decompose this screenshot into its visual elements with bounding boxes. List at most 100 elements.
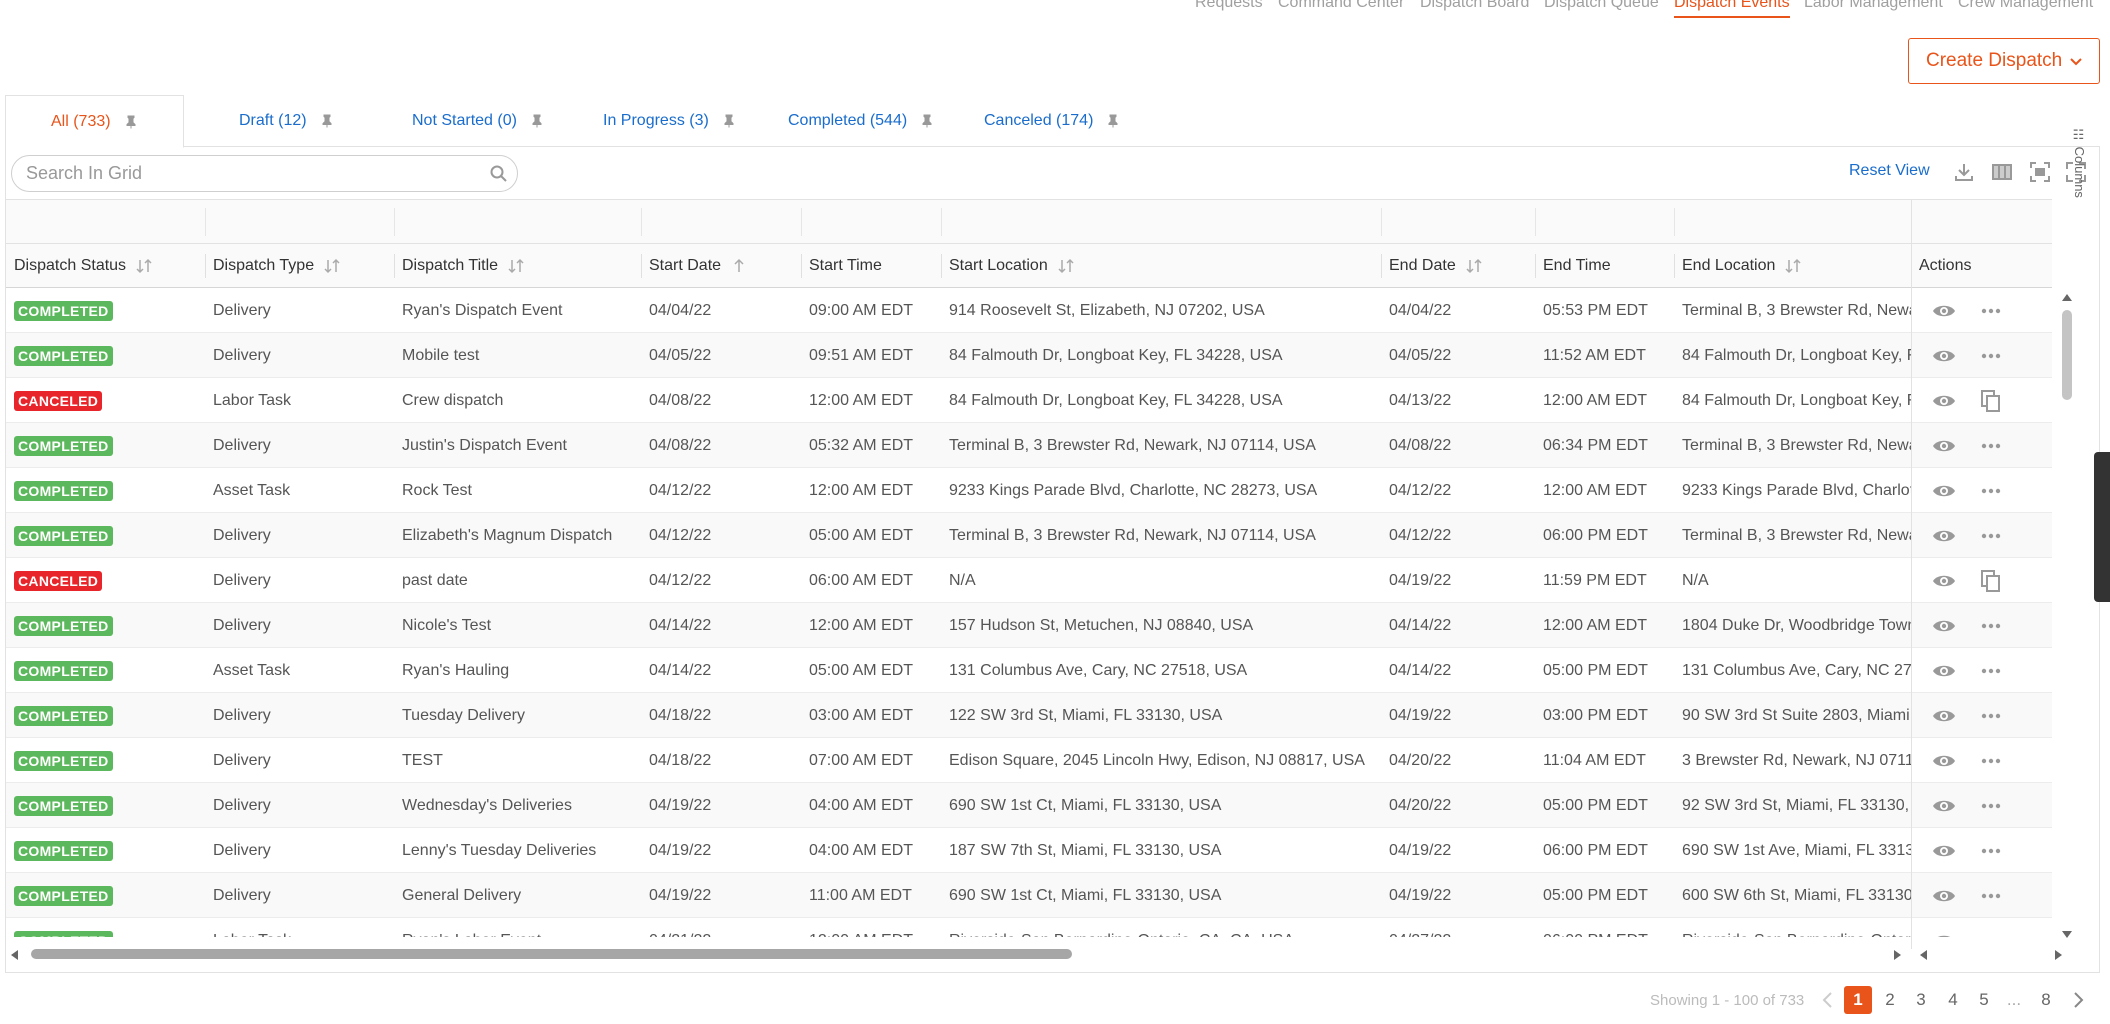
view-icon[interactable] — [1931, 883, 1957, 909]
horizontal-scrollbar[interactable] — [6, 947, 2062, 961]
pin-icon[interactable] — [321, 114, 333, 128]
nav-dispatch-events[interactable]: Dispatch Events — [1674, 0, 1790, 18]
actions-scroll-right-icon[interactable] — [2054, 949, 2064, 961]
view-icon[interactable] — [1931, 703, 1957, 729]
sort-icon[interactable] — [134, 258, 154, 274]
more-options-icon[interactable] — [1978, 703, 2004, 729]
table-row[interactable]: COMPLETED Delivery Elizabeth's Magnum Disp… — [6, 513, 2052, 558]
sort-icon[interactable] — [322, 258, 342, 274]
more-options-icon[interactable] — [1978, 928, 2004, 937]
table-row[interactable]: COMPLETED Delivery Wednesday's Deliveries 0… — [6, 783, 2052, 828]
nav-labor-management[interactable]: Labor Management — [1804, 0, 1943, 12]
page-1[interactable]: 1 — [1844, 986, 1872, 1014]
tab-draft[interactable]: Draft (12) — [239, 95, 333, 147]
table-row[interactable]: COMPLETED Delivery Mobile test 04/05/22 09:5… — [6, 333, 2052, 378]
sort-icon[interactable] — [506, 258, 526, 274]
more-options-icon[interactable] — [1978, 433, 2004, 459]
more-options-icon[interactable] — [1978, 523, 2004, 549]
view-icon[interactable] — [1931, 343, 1957, 369]
scroll-left-icon[interactable] — [9, 949, 19, 961]
view-icon[interactable] — [1931, 928, 1957, 937]
sort-icon[interactable] — [1464, 258, 1484, 274]
sort-icon[interactable] — [1056, 258, 1076, 274]
header-end-location[interactable]: End Location — [1674, 244, 1911, 288]
table-row[interactable]: COMPLETED Delivery Ryan's Dispatch Event 04… — [6, 288, 2052, 333]
vertical-scroll-thumb[interactable] — [2062, 310, 2072, 400]
table-row[interactable]: COMPLETED Delivery General Delivery 04/19/2… — [6, 873, 2052, 918]
table-row[interactable]: COMPLETED Delivery Lenny's Tuesday Deliver… — [6, 828, 2052, 873]
tab-not-started[interactable]: Not Started (0) — [412, 95, 543, 147]
scroll-up-icon[interactable] — [2061, 292, 2073, 302]
download-icon[interactable] — [1952, 160, 1976, 184]
header-start-location[interactable]: Start Location — [941, 244, 1381, 288]
pin-icon[interactable] — [723, 114, 735, 128]
nav-dispatch-board[interactable]: Dispatch Board — [1420, 0, 1529, 12]
header-start-time[interactable]: Start Time — [801, 244, 941, 288]
nav-dispatch-queue[interactable]: Dispatch Queue — [1544, 0, 1659, 12]
table-row[interactable]: COMPLETED Delivery Tuesday Delivery 04/18/2… — [6, 693, 2052, 738]
view-icon[interactable] — [1931, 793, 1957, 819]
view-icon[interactable] — [1931, 433, 1957, 459]
table-row[interactable]: COMPLETEDLabor TaskRyan's Labor Event04/… — [6, 918, 2052, 937]
more-options-icon[interactable] — [1978, 793, 2004, 819]
header-end-date[interactable]: End Date — [1381, 244, 1535, 288]
actions-scroll-left-icon[interactable] — [1918, 949, 1928, 961]
tab-canceled[interactable]: Canceled (174) — [984, 95, 1119, 147]
more-options-icon[interactable] — [1978, 748, 2004, 774]
scroll-down-icon[interactable] — [2061, 930, 2073, 940]
vertical-scrollbar[interactable] — [2060, 290, 2074, 945]
page-3[interactable]: 3 — [1907, 986, 1935, 1014]
view-icon[interactable] — [1931, 748, 1957, 774]
view-icon[interactable] — [1931, 478, 1957, 504]
prev-page-icon[interactable] — [1820, 990, 1834, 1010]
page-5[interactable]: 5 — [1970, 986, 1998, 1014]
view-icon[interactable] — [1931, 568, 1957, 594]
header-dispatch-status[interactable]: Dispatch Status — [6, 244, 205, 288]
columns-icon[interactable] — [1990, 160, 2014, 184]
nav-crew-management[interactable]: Crew Management — [1958, 0, 2093, 12]
copy-icon[interactable] — [1978, 568, 2004, 594]
more-options-icon[interactable] — [1978, 298, 2004, 324]
pin-icon[interactable] — [1107, 114, 1119, 128]
next-page-icon[interactable] — [2072, 990, 2086, 1010]
columns-side-panel[interactable]: ☷ Columns — [2072, 128, 2087, 198]
table-row[interactable]: COMPLETED Delivery Justin's Dispatch Event… — [6, 423, 2052, 468]
view-icon[interactable] — [1931, 838, 1957, 864]
page-8[interactable]: 8 — [2032, 986, 2060, 1014]
copy-icon[interactable] — [1978, 388, 2004, 414]
search-icon[interactable] — [489, 164, 509, 184]
scroll-right-icon[interactable] — [1893, 949, 1903, 961]
horizontal-scroll-thumb[interactable] — [31, 949, 1072, 959]
table-row[interactable]: COMPLETED Asset Task Rock Test 04/12/22 12:0… — [6, 468, 2052, 513]
pin-icon[interactable] — [921, 114, 933, 128]
create-dispatch-button[interactable]: Create Dispatch — [1908, 38, 2100, 84]
more-options-icon[interactable] — [1978, 838, 2004, 864]
sort-icon[interactable] — [1783, 258, 1803, 274]
more-options-icon[interactable] — [1978, 343, 2004, 369]
tab-all[interactable]: All (733) — [5, 95, 184, 148]
view-icon[interactable] — [1931, 523, 1957, 549]
tab-completed[interactable]: Completed (544) — [788, 95, 933, 147]
more-options-icon[interactable] — [1978, 478, 2004, 504]
header-dispatch-title[interactable]: Dispatch Title — [394, 244, 641, 288]
header-start-date[interactable]: Start Date — [641, 244, 801, 288]
header-dispatch-type[interactable]: Dispatch Type — [205, 244, 394, 288]
fit-screen-icon[interactable] — [2028, 160, 2052, 184]
page-2[interactable]: 2 — [1876, 986, 1904, 1014]
header-end-time[interactable]: End Time — [1535, 244, 1674, 288]
view-icon[interactable] — [1931, 298, 1957, 324]
view-icon[interactable] — [1931, 613, 1957, 639]
table-row[interactable]: CANCELED Labor Task Crew dispatch 04/08/22 1… — [6, 378, 2052, 423]
more-options-icon[interactable] — [1978, 658, 2004, 684]
table-row[interactable]: COMPLETED Delivery TEST 04/18/22 07:00 AM ED… — [6, 738, 2052, 783]
table-row[interactable]: COMPLETED Asset Task Ryan's Hauling 04/14/2… — [6, 648, 2052, 693]
more-options-icon[interactable] — [1978, 883, 2004, 909]
side-widget-tab[interactable] — [2094, 452, 2110, 602]
nav-command-center[interactable]: Command Center — [1278, 0, 1404, 12]
more-options-icon[interactable] — [1978, 613, 2004, 639]
table-row[interactable]: CANCELED Delivery past date 04/12/22 06:00 A… — [6, 558, 2052, 603]
tab-in-progress[interactable]: In Progress (3) — [603, 95, 735, 147]
nav-requests[interactable]: Requests — [1195, 0, 1263, 12]
sort-ascending-icon[interactable] — [729, 258, 749, 274]
reset-view-link[interactable]: Reset View — [1849, 162, 1930, 180]
